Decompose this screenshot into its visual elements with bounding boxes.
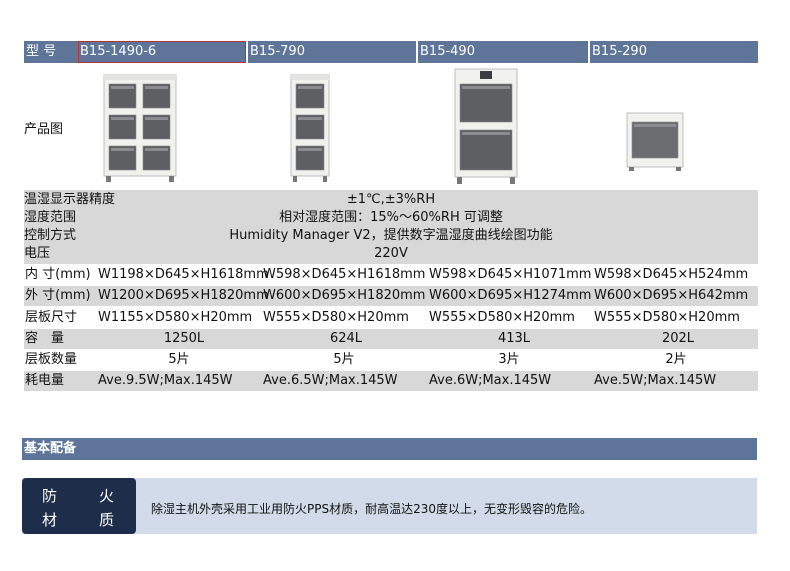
model-b15-490[interactable]: B15-490 (418, 41, 588, 63)
model-b15-1490-6[interactable]: B15-1490-6 (78, 41, 246, 63)
model-header-bar: 型 号 B15-1490-6 B15-790 B15-490 B15-290 (24, 41, 758, 63)
row-label: 层板数量 (25, 352, 78, 367)
spec-block: 温湿显示器精度 ±1℃,±3%RH 湿度范围 相对湿度范围：15%～60%RH … (24, 190, 758, 264)
model-b15-790[interactable]: B15-790 (248, 41, 416, 63)
cell-value: Ave.9.5W;Max.145W (98, 373, 233, 388)
feature-description: 除湿主机外壳采用工业用防火PPS材质，耐高温达230度以上，无变形毁容的危险。 (151, 502, 592, 516)
table-row-capacity: 容 量 1250L 624L 413L 202L (24, 329, 758, 349)
feature-char: 火 (99, 487, 115, 505)
cell-value: 1250L (163, 331, 205, 346)
cell-value: W598×D645×H1071mm (429, 267, 592, 282)
cell-value: W600×D695×H642mm (594, 288, 749, 303)
cell-value: 202L (661, 331, 695, 346)
product-image-b15-290 (626, 112, 684, 171)
cell-value: W600×D695×H1820mm (263, 288, 426, 303)
cell-value: W1198×D645×H1618mm (98, 267, 269, 282)
table-row-inner-size: 内 寸(mm) W1198×D645×H1618mm W598×D645×H16… (24, 265, 758, 285)
row-label: 外 寸(mm) (25, 288, 91, 303)
cell-value: 413L (497, 331, 531, 346)
table-row-outer-size: 外 寸(mm) W1200×D695×H1820mm W600×D695×H18… (24, 286, 758, 306)
product-image-b15-490 (454, 68, 518, 184)
product-image-b15-1490-6 (103, 74, 177, 182)
cell-value: 5片 (168, 352, 190, 367)
spec-value: 相对湿度范围：15%～60%RH 可调整 (279, 210, 503, 225)
feature-char: 防 (42, 487, 58, 505)
cell-value: W555×D580×H20mm (429, 310, 575, 325)
cell-value: 5片 (333, 352, 355, 367)
cell-value: W555×D580×H20mm (263, 310, 409, 325)
spec-value: ±1℃,±3%RH (346, 192, 436, 207)
cell-value: 3片 (498, 352, 520, 367)
spec-row: 控制方式 Humidity Manager V2，提供数字温湿度曲线绘图功能 (24, 227, 758, 245)
row-label: 内 寸(mm) (25, 267, 91, 282)
model-label: 型 号 (26, 44, 57, 59)
spec-row: 温湿显示器精度 ±1℃,±3%RH (24, 191, 758, 209)
spec-value: 220V (374, 246, 408, 261)
cell-value: W1155×D580×H20mm (98, 310, 253, 325)
cell-value: W600×D695×H1274mm (429, 288, 592, 303)
cell-value: Ave.6.5W;Max.145W (263, 373, 398, 388)
spec-value: Humidity Manager V2，提供数字温湿度曲线绘图功能 (229, 228, 553, 243)
product-image-label: 产品图 (24, 122, 64, 137)
cell-value: Ave.5W;Max.145W (594, 373, 717, 388)
product-image-b15-790 (290, 74, 330, 182)
row-label: 容 量 (25, 331, 65, 346)
cell-value: 2片 (665, 352, 687, 367)
table-row-shelf-size: 层板尺寸 W1155×D580×H20mm W555×D580×H20mm W5… (24, 308, 758, 328)
table-row-power: 耗电量 Ave.9.5W;Max.145W Ave.6.5W;Max.145W … (24, 371, 758, 391)
section-header-basic-equipment: 基本配备 (22, 438, 757, 460)
cell-value: W1200×D695×H1820mm (98, 288, 269, 303)
row-label: 耗电量 (25, 373, 65, 388)
cell-value: 624L (329, 331, 363, 346)
feature-title-box: 防 火 材 质 (22, 478, 136, 534)
spec-row: 电压 220V (24, 245, 758, 263)
model-b15-290[interactable]: B15-290 (590, 41, 758, 63)
feature-char: 材 (42, 511, 58, 529)
spec-row: 湿度范围 相对湿度范围：15%～60%RH 可调整 (24, 209, 758, 227)
row-label: 层板尺寸 (25, 310, 78, 325)
table-row-shelf-count: 层板数量 5片 5片 3片 2片 (24, 350, 758, 370)
cell-value: W598×D645×H1618mm (263, 267, 426, 282)
cell-value: Ave.6W;Max.145W (429, 373, 552, 388)
cell-value: W555×D580×H20mm (594, 310, 740, 325)
cell-value: W598×D645×H524mm (594, 267, 749, 282)
feature-char: 质 (99, 511, 115, 529)
